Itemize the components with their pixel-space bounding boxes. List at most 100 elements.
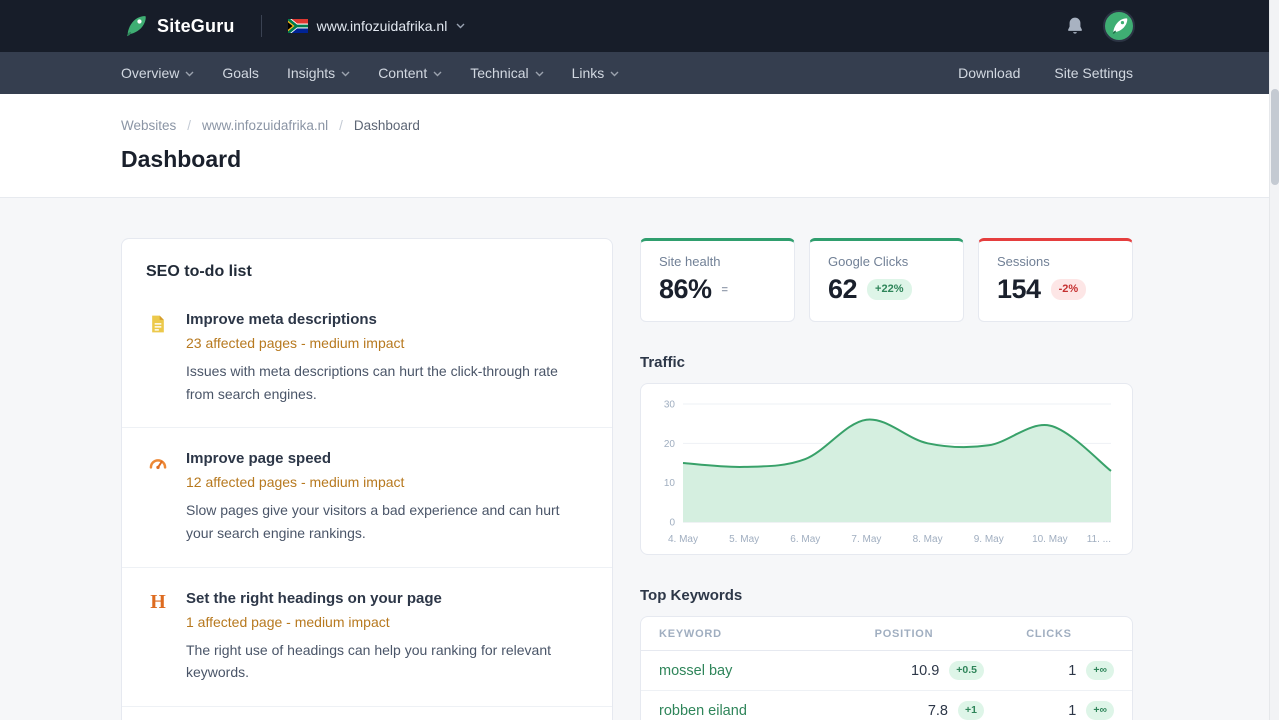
nav-technical[interactable]: Technical <box>470 65 543 81</box>
keyword-link[interactable]: robben eiland <box>659 703 824 719</box>
chevron-down-icon <box>433 71 442 77</box>
stat-card-google-clicks: Google Clicks 62 +22% <box>809 238 964 322</box>
svg-text:9. May: 9. May <box>974 534 1004 545</box>
stat-label: Google Clicks <box>828 254 945 269</box>
topbar-right <box>1065 10 1135 42</box>
bell-icon <box>1065 15 1085 37</box>
todo-item-headings[interactable]: H Set the right headings on your page 1 … <box>122 567 612 706</box>
site-selector[interactable]: www.infozuidafrika.nl <box>288 18 466 34</box>
brand[interactable]: SiteGuru <box>122 13 235 39</box>
todo-item-page-speed[interactable]: Improve page speed 12 affected pages - m… <box>122 427 612 566</box>
todo-item-opengraph[interactable]: Add OpenGraph tags for easier sharing 11… <box>122 706 612 720</box>
todo-item-body: Set the right headings on your page 1 af… <box>186 590 588 684</box>
todo-item-meta: 12 affected pages - medium impact <box>186 474 588 490</box>
nav-insights[interactable]: Insights <box>287 65 350 81</box>
position-change-badge: +0.5 <box>949 661 984 681</box>
meta-description-document-icon <box>146 311 170 405</box>
todo-item-meta: 1 affected page - medium impact <box>186 614 588 630</box>
position-change-badge: +1 <box>958 701 984 720</box>
keyword-row: robben eiland 7.8 +1 1 +∞ <box>641 691 1132 720</box>
stat-value-row: 154 -2% <box>997 274 1114 305</box>
page-speed-gauge-icon <box>146 450 170 544</box>
stat-value: 86% <box>659 274 712 305</box>
todo-item-description: The right use of headings can help you r… <box>186 639 588 684</box>
keywords-table: KEYWORD POSITION CLICKS mossel bay 10.9 … <box>640 616 1133 720</box>
keywords-section-title: Top Keywords <box>640 587 1133 604</box>
scrollbar-thumb[interactable] <box>1271 89 1279 185</box>
svg-text:0: 0 <box>669 518 675 529</box>
clicks-change-badge: +∞ <box>1086 701 1114 720</box>
avatar-rocket-icon <box>1109 16 1129 36</box>
heading-icon-glyph: H <box>150 592 166 684</box>
stat-card-site-health: Site health 86% = <box>640 238 795 322</box>
breadcrumb: Websites / www.infozuidafrika.nl / Dashb… <box>121 118 1279 133</box>
breadcrumb-site[interactable]: www.infozuidafrika.nl <box>202 118 328 133</box>
nav-download-label: Download <box>958 65 1020 81</box>
traffic-chart-card: 01020304. May5. May6. May7. May8. May9. … <box>640 383 1133 555</box>
nav-technical-label: Technical <box>470 65 528 81</box>
clicks-value: 1 <box>1068 703 1076 719</box>
breadcrumb-websites[interactable]: Websites <box>121 118 176 133</box>
nav-content[interactable]: Content <box>378 65 442 81</box>
south-africa-flag-icon <box>288 19 308 33</box>
nav-overview-label: Overview <box>121 65 179 81</box>
todo-item-title[interactable]: Improve page speed <box>186 450 588 467</box>
brand-name: SiteGuru <box>157 16 235 37</box>
todo-item-description: Issues with meta descriptions can hurt t… <box>186 360 588 405</box>
topbar: SiteGuru www.infozuidafrika.nl <box>0 0 1279 52</box>
scrollbar[interactable] <box>1269 0 1279 720</box>
chevron-down-icon <box>185 71 194 77</box>
nav-left: Overview Goals Insights Content Technica… <box>121 65 619 81</box>
nav-right: Download Site Settings <box>958 65 1133 81</box>
todo-list-title: SEO to-do list <box>122 239 612 289</box>
breadcrumb-separator: / <box>187 118 191 133</box>
svg-text:10. May: 10. May <box>1032 534 1068 545</box>
position-value: 10.9 <box>911 663 939 679</box>
clicks-change-badge: +∞ <box>1086 661 1114 681</box>
stat-label: Sessions <box>997 254 1114 269</box>
nav-goals-label: Goals <box>222 65 259 81</box>
siteguru-rocket-logo-icon <box>122 13 148 39</box>
avatar[interactable] <box>1103 10 1135 42</box>
notifications-bell-button[interactable] <box>1065 15 1085 37</box>
site-selector-label: www.infozuidafrika.nl <box>317 18 448 34</box>
traffic-section-title: Traffic <box>640 354 1133 371</box>
keyword-link[interactable]: mossel bay <box>659 663 824 679</box>
column-header-clicks: CLICKS <box>984 628 1114 640</box>
nav-overview[interactable]: Overview <box>121 65 194 81</box>
todo-item-title[interactable]: Set the right headings on your page <box>186 590 588 607</box>
page-title: Dashboard <box>121 146 1279 173</box>
position-value: 7.8 <box>928 703 948 719</box>
todo-item-meta-descriptions[interactable]: Improve meta descriptions 23 affected pa… <box>122 289 612 427</box>
keywords-header-row: KEYWORD POSITION CLICKS <box>641 617 1132 651</box>
todo-item-description: Slow pages give your visitors a bad expe… <box>186 499 588 544</box>
nav-site-settings[interactable]: Site Settings <box>1054 65 1133 81</box>
nav-links[interactable]: Links <box>572 65 620 81</box>
todo-item-title[interactable]: Improve meta descriptions <box>186 311 588 328</box>
stat-value-row: 86% = <box>659 274 776 305</box>
chevron-down-icon <box>341 71 350 77</box>
breadcrumb-current: Dashboard <box>354 118 420 133</box>
svg-text:6. May: 6. May <box>790 534 820 545</box>
svg-text:7. May: 7. May <box>851 534 881 545</box>
traffic-area-chart: 01020304. May5. May6. May7. May8. May9. … <box>649 398 1124 550</box>
svg-text:11. ...: 11. ... <box>1087 534 1111 545</box>
svg-text:20: 20 <box>664 439 676 450</box>
stat-value: 154 <box>997 274 1041 305</box>
keyword-row: mossel bay 10.9 +0.5 1 +∞ <box>641 651 1132 691</box>
chevron-down-icon <box>535 71 544 77</box>
svg-text:30: 30 <box>664 400 676 411</box>
svg-text:8. May: 8. May <box>913 534 943 545</box>
nav-download[interactable]: Download <box>958 65 1020 81</box>
stat-value: 62 <box>828 274 857 305</box>
page-header: Websites / www.infozuidafrika.nl / Dashb… <box>0 94 1279 198</box>
clicks-cell: 1 +∞ <box>984 701 1114 720</box>
nav-goals[interactable]: Goals <box>222 65 259 81</box>
nav-site-settings-label: Site Settings <box>1054 65 1133 81</box>
todo-item-meta: 23 affected pages - medium impact <box>186 335 588 351</box>
svg-text:10: 10 <box>664 478 676 489</box>
chevron-down-icon <box>456 23 465 29</box>
column-header-position: POSITION <box>824 628 984 640</box>
column-header-keyword: KEYWORD <box>659 628 824 640</box>
main-content: SEO to-do list Improve meta descriptions… <box>0 198 1279 720</box>
